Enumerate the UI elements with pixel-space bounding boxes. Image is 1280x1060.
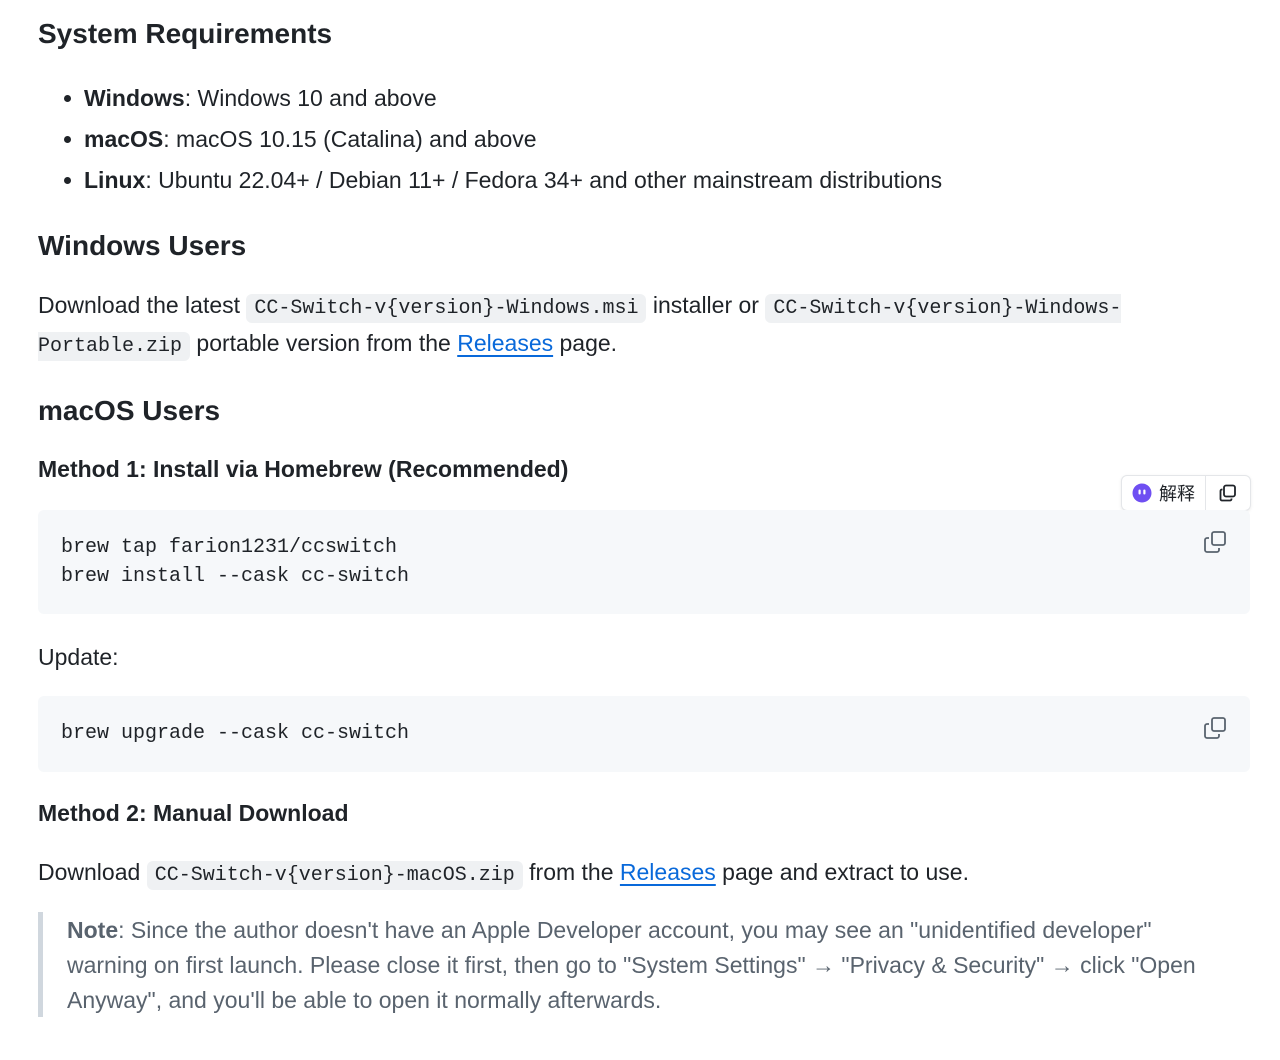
copy-icon (1219, 484, 1236, 502)
note-text: Note: Since the author doesn't have an A… (67, 913, 1217, 1018)
copy-icon (1204, 717, 1226, 739)
heading-macos-users: macOS Users (38, 395, 221, 426)
os-name: Linux (84, 167, 146, 193)
separator: : (163, 126, 177, 152)
heading-windows-users: Windows Users (38, 230, 247, 261)
note-body: : Since the author doesn't have an Apple… (67, 917, 1196, 1013)
heading-method-1: Method 1: Install via Homebrew (Recommen… (38, 456, 569, 482)
os-name: Windows (84, 85, 185, 111)
heading-method-2: Method 2: Manual Download (38, 800, 349, 826)
os-desc: Windows 10 and above (197, 85, 437, 111)
list-item: macOS: macOS 10.15 (Catalina) and above (63, 119, 942, 160)
note-blockquote: Note: Since the author doesn't have an A… (38, 912, 1250, 1017)
inline-code-macos-zip: CC-Switch-v{version}-macOS.zip (146, 861, 523, 890)
code-content[interactable]: brew tap farion1231/ccswitch brew instal… (61, 533, 409, 591)
copy-button[interactable] (1202, 715, 1228, 741)
explain-label: 解释 (1159, 484, 1195, 505)
toolbar-copy-button[interactable] (1206, 476, 1250, 510)
list-item: Windows: Windows 10 and above (63, 78, 942, 119)
text: portable version from the (190, 330, 458, 356)
code-toolbar: 解释 (1121, 475, 1251, 511)
heading-system-requirements: System Requirements (38, 18, 333, 49)
quote-bar (38, 912, 43, 1017)
update-label: Update: (38, 644, 119, 670)
os-desc: macOS 10.15 (Catalina) and above (176, 126, 537, 152)
requirements-list: Windows: Windows 10 and above macOS: mac… (38, 78, 942, 201)
separator: : (184, 85, 198, 111)
inline-code-msi: CC-Switch-v{version}-Windows.msi (246, 294, 647, 323)
code-block-homebrew-upgrade: brew upgrade --cask cc-switch (38, 696, 1250, 772)
separator: : (145, 167, 159, 193)
note-label: Note (67, 917, 119, 943)
os-name: macOS (84, 126, 164, 152)
text: Download the latest (38, 292, 247, 318)
text: page and extract to use. (715, 859, 969, 885)
text: page. (553, 330, 618, 356)
macos-download-paragraph: Download CC-Switch-v{version}-macOS.zip … (38, 855, 1238, 893)
assistant-icon (1132, 483, 1152, 503)
code-content[interactable]: brew upgrade --cask cc-switch (61, 719, 409, 748)
releases-link[interactable]: Releases (457, 330, 553, 356)
text: from the (522, 859, 620, 885)
os-desc: Ubuntu 22.04+ / Debian 11+ / Fedora 34+ … (158, 167, 943, 193)
copy-icon (1204, 531, 1226, 553)
text: Download (38, 859, 147, 885)
windows-download-paragraph: Download the latest CC-Switch-v{version}… (38, 288, 1238, 364)
releases-link[interactable]: Releases (620, 859, 716, 885)
explain-button[interactable]: 解释 (1122, 476, 1206, 510)
copy-button[interactable] (1202, 529, 1228, 555)
list-item: Linux: Ubuntu 22.04+ / Debian 11+ / Fedo… (63, 160, 943, 201)
text: installer or (646, 292, 766, 318)
code-block-homebrew-install: brew tap farion1231/ccswitch brew instal… (38, 510, 1250, 614)
